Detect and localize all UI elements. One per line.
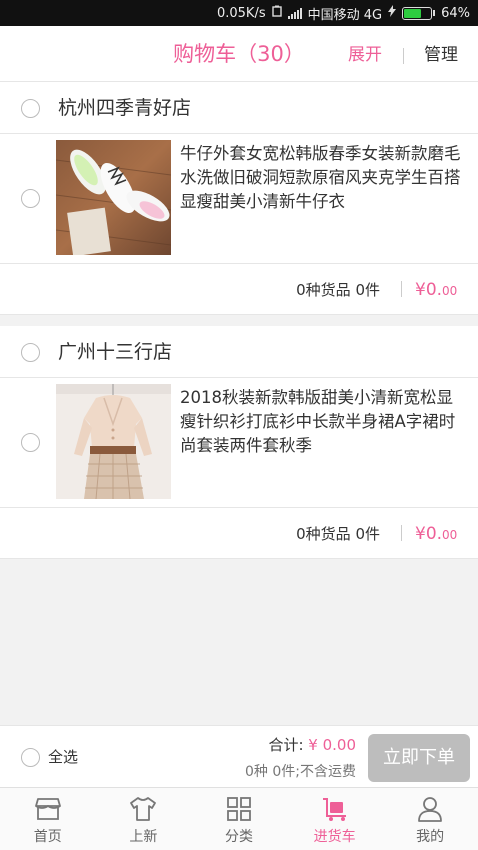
tshirt-icon xyxy=(130,797,157,821)
total-amount: ¥ 0.00 xyxy=(308,736,356,754)
price-integer: ¥0. xyxy=(415,524,443,544)
summary-divider xyxy=(401,525,402,541)
store-header: 杭州四季青好店 xyxy=(0,82,478,134)
cart-header: 购物车（30） 展开 管理 xyxy=(0,26,478,82)
place-order-button[interactable]: 立即下单 xyxy=(368,734,470,782)
store-icon xyxy=(34,798,61,820)
cart-icon xyxy=(322,798,346,821)
item-select-radio[interactable] xyxy=(21,189,40,208)
store-summary: 0种货品 0件 ¥0.00 xyxy=(0,508,478,558)
network-speed: 0.05K/s xyxy=(216,5,266,21)
battery-icon xyxy=(402,6,436,20)
price-decimal: 00 xyxy=(442,528,458,542)
cart-item[interactable]: 牛仔外套女宽松韩版春季女装新款磨毛水洗做旧破洞短款原宿风夹克学生百搭显瘦甜美小清… xyxy=(0,134,478,264)
header-divider xyxy=(403,48,404,64)
expand-button[interactable]: 展开 xyxy=(348,26,382,82)
product-title[interactable]: 牛仔外套女宽松韩版春季女装新款磨毛水洗做旧破洞短款原宿风夹克学生百搭显瘦甜美小清… xyxy=(180,142,465,214)
carrier-label: 中国移动 4G xyxy=(307,7,383,23)
store-select-radio[interactable] xyxy=(21,343,40,362)
total-subtext: 0种 0件;不含运费 xyxy=(245,764,356,780)
tab-label: 进货车 xyxy=(313,829,356,845)
store-card: 杭州四季青好店 牛仔外套女宽松韩版春季女装新款磨毛水洗做旧破洞短款原宿风夹克学生… xyxy=(0,82,478,315)
total-row: 合计: ¥ 0.00 xyxy=(268,734,356,755)
item-select-radio[interactable] xyxy=(21,433,40,452)
tab-categories[interactable]: 分类 xyxy=(191,788,287,850)
store-summary: 0种货品 0件 ¥0.00 xyxy=(0,264,478,314)
price-decimal: 00 xyxy=(442,284,458,298)
user-icon xyxy=(418,797,443,822)
tab-label: 首页 xyxy=(33,829,62,845)
store-item-count: 0种货品 0件 xyxy=(296,525,380,543)
product-image[interactable] xyxy=(56,384,171,499)
store-subtotal: ¥0.00 xyxy=(415,508,457,561)
store-subtotal: ¥0.00 xyxy=(415,264,457,317)
tab-label: 上新 xyxy=(129,829,158,845)
store-select-radio[interactable] xyxy=(21,99,40,118)
store-header: 广州十三行店 xyxy=(0,326,478,378)
price-integer: ¥0. xyxy=(415,280,443,300)
total-label: 合计: xyxy=(268,736,304,754)
select-all-label[interactable]: 全选 xyxy=(48,726,78,788)
product-image[interactable] xyxy=(56,140,171,255)
status-bar: 0.05K/s 中国移动 4G 64% xyxy=(0,0,478,26)
tab-label: 分类 xyxy=(224,829,253,845)
signal-icon xyxy=(287,7,302,19)
tab-home[interactable]: 首页 xyxy=(0,788,96,850)
summary-divider xyxy=(401,281,402,297)
bottom-tab-bar: 首页 上新 分类 进货车 我的 xyxy=(0,787,478,850)
battery-percent: 64% xyxy=(441,5,470,21)
tab-profile[interactable]: 我的 xyxy=(382,788,478,850)
manage-button[interactable]: 管理 xyxy=(424,26,458,82)
store-name[interactable]: 广州十三行店 xyxy=(58,326,172,378)
page-title: 购物车（30） xyxy=(173,42,305,66)
select-all-radio[interactable] xyxy=(21,748,40,767)
charging-icon xyxy=(388,5,397,21)
grid-icon xyxy=(227,797,251,821)
tab-new-arrivals[interactable]: 上新 xyxy=(96,788,192,850)
tab-label: 我的 xyxy=(416,829,445,845)
sim-icon xyxy=(271,5,282,21)
store-item-count: 0种货品 0件 xyxy=(296,281,380,299)
cart-item[interactable]: 2018秋装新款韩版甜美小清新宽松显瘦针织衫打底衫中长款半身裙A字裙时尚套装两件… xyxy=(0,378,478,508)
tab-cart[interactable]: 进货车 xyxy=(287,788,383,850)
store-card: 广州十三行店 2018秋装新款韩版甜美小清新宽松显瘦针织衫打底衫中长款半身裙A字… xyxy=(0,326,478,559)
product-title[interactable]: 2018秋装新款韩版甜美小清新宽松显瘦针织衫打底衫中长款半身裙A字裙时尚套装两件… xyxy=(180,386,465,458)
store-name[interactable]: 杭州四季青好店 xyxy=(58,82,191,134)
checkout-bar: 全选 合计: ¥ 0.00 0种 0件;不含运费 立即下单 xyxy=(0,725,478,787)
